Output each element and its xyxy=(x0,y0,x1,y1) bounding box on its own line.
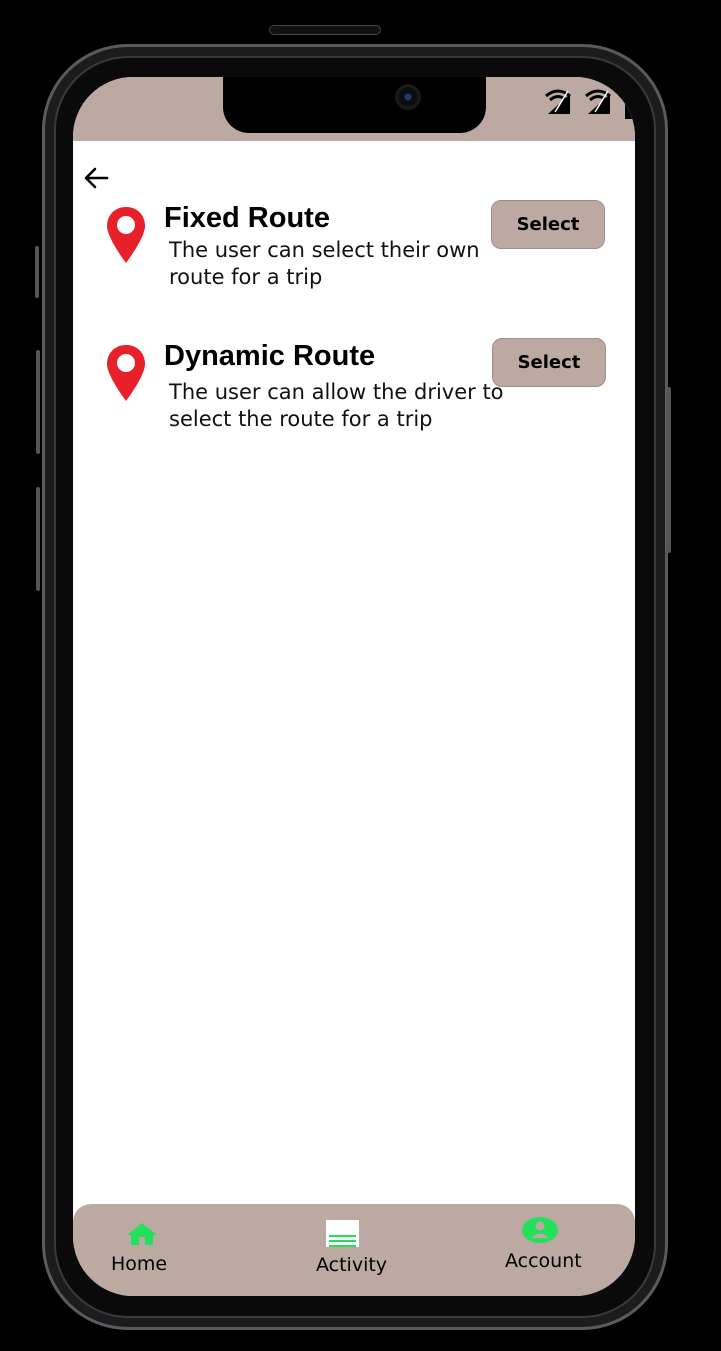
power-button xyxy=(667,387,671,553)
mute-switch xyxy=(35,246,39,298)
stage: Fixed Route The user can select their ow… xyxy=(0,0,721,1351)
bottom-nav: Home Activity Account xyxy=(73,1204,635,1296)
home-icon xyxy=(127,1223,157,1245)
volume-up-button xyxy=(36,350,40,454)
route-title: Fixed Route xyxy=(164,202,330,234)
account-icon xyxy=(522,1217,558,1243)
map-pin-icon xyxy=(107,207,145,263)
nav-item-home[interactable]: Home xyxy=(93,1204,223,1296)
route-option-dynamic: Dynamic Route The user can allow the dri… xyxy=(73,337,635,447)
status-bar xyxy=(73,77,635,141)
wifi-signal-icon xyxy=(545,89,571,114)
select-dynamic-route-button[interactable]: Select xyxy=(492,338,606,387)
nav-label: Home xyxy=(111,1253,168,1275)
volume-down-button xyxy=(36,487,40,591)
nav-label: Account xyxy=(505,1250,582,1272)
front-camera xyxy=(395,84,421,110)
notch xyxy=(223,77,486,133)
route-description: The user can allow the driver to select … xyxy=(169,380,504,431)
map-pin-icon xyxy=(107,345,145,401)
screen: Fixed Route The user can select their ow… xyxy=(73,77,635,1296)
route-option-fixed: Fixed Route The user can select their ow… xyxy=(73,199,635,309)
nav-label: Activity xyxy=(316,1254,388,1276)
nav-item-account[interactable]: Account xyxy=(493,1204,623,1296)
nav-item-activity[interactable]: Activity xyxy=(293,1204,423,1296)
activity-list-icon xyxy=(326,1220,359,1247)
cellular-signal-icon xyxy=(585,89,611,114)
speaker-grille xyxy=(269,25,381,35)
back-arrow-button[interactable] xyxy=(81,163,111,193)
route-description: The user can select their own route for … xyxy=(169,238,480,289)
battery-icon xyxy=(625,97,635,119)
route-title: Dynamic Route xyxy=(164,340,376,372)
select-fixed-route-button[interactable]: Select xyxy=(491,200,605,249)
